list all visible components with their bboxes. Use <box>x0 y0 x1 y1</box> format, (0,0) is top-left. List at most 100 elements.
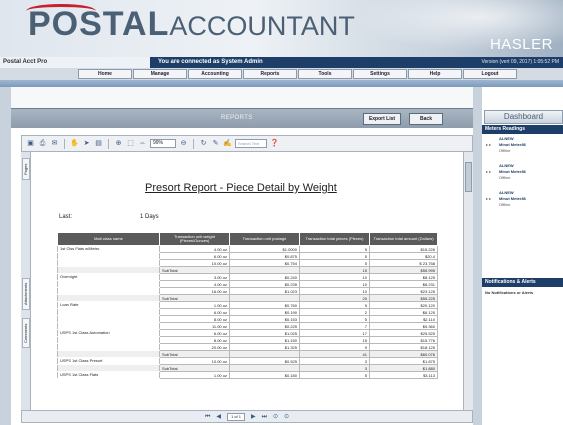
snapshot-icon[interactable]: ▤ <box>94 139 103 148</box>
nav-settings[interactable]: Settings <box>353 69 407 79</box>
fit-width-icon[interactable]: ⇔ <box>138 139 147 148</box>
tab-pages[interactable]: Pages <box>22 158 30 180</box>
notifications-header[interactable]: Notifications & Alerts <box>482 278 563 287</box>
amount-cell: $25.525 <box>369 329 438 337</box>
weight-cell: 4.00 oz <box>159 280 230 288</box>
nav-reports[interactable]: Reports <box>243 69 297 79</box>
vertical-scrollbar[interactable] <box>463 152 473 410</box>
amount-cell: $2.110 <box>369 315 438 323</box>
expand-icon[interactable]: ▸ ▸ <box>486 169 491 174</box>
date-status: Version (vert 09, 2017) 1:05:52 PM <box>481 59 559 65</box>
meter-item[interactable]: ▸ ▸ ALNEW Minot Meter86 Offline <box>486 190 561 214</box>
pieces-cell: 7 <box>299 322 370 330</box>
rotate-icon[interactable]: ↻ <box>199 139 208 148</box>
subtotal-amount: $55.225 <box>369 294 438 302</box>
unit-postage-cell <box>229 350 300 358</box>
back-view-icon[interactable]: ⊙ <box>273 413 278 421</box>
report-table-body: 1st Clss Flats w/Metro 4.00 oz $1.0000 5 $15… <box>57 245 438 379</box>
viewer-statusbar: ⏮ ◀ 1 of 1 ▶ ⏭ ⊙ ⊙ <box>21 410 473 423</box>
mail-class-cell: USPS 1st Class Flats <box>57 371 160 379</box>
meter-item[interactable]: ▸ ▸ ALNEW Minot Meter86 Offline <box>486 163 561 187</box>
forward-view-icon[interactable]: ⊙ <box>284 413 289 421</box>
export-list-button[interactable]: Export List <box>363 113 401 125</box>
nav-logout[interactable]: Logout <box>463 69 517 79</box>
mail-class-cell <box>57 322 160 330</box>
last-page-icon[interactable]: ⏭ <box>262 413 267 421</box>
amount-cell: $8.231 <box>369 280 438 288</box>
mail-class-cell <box>57 364 160 372</box>
amount-cell: $1.875 <box>369 357 438 365</box>
unit-postage-cell: $1.325 <box>229 343 300 351</box>
email-icon[interactable]: ✉ <box>50 139 59 148</box>
expand-icon[interactable]: ▸ ▸ <box>486 142 491 147</box>
connection-status: You are connected as System Admin <box>158 59 263 65</box>
table-row: 16.00 oz $1.023 10 $23.125 <box>57 287 438 295</box>
nav-home[interactable]: Home <box>78 69 132 79</box>
unit-postage-cell: $1.0000 <box>229 245 300 253</box>
fit-page-icon[interactable]: ⬚ <box>126 139 135 148</box>
nav-accounting[interactable]: Accounting <box>188 69 242 79</box>
zoom-level-input[interactable]: 99% <box>150 139 176 148</box>
pieces-cell: 10 <box>299 273 370 281</box>
mail-class-cell: Overnight <box>57 273 160 281</box>
sign-icon[interactable]: ✎ <box>211 139 220 148</box>
tab-comments[interactable]: Comments <box>22 318 30 348</box>
nav-manage[interactable]: Manage <box>133 69 187 79</box>
page-number-input[interactable]: 1 of 1 <box>226 412 245 421</box>
mail-class-cell <box>57 315 160 323</box>
viewer-side-tabs: Pages Attachments Comments <box>21 152 31 410</box>
print-icon[interactable]: ⎙ <box>38 139 47 148</box>
meter-status: Offline <box>499 202 511 207</box>
reports-title: REPORTS <box>221 115 253 121</box>
meter-status: Offline <box>499 148 511 153</box>
meter-item[interactable]: ▸ ▸ ALNEW Minot Meter86 Offline <box>486 136 561 160</box>
viewer-toolbar: ▣ ⎙ ✉ ✋ ➤ ▤ ⊕ ⬚ ⇔ 99% ⊖ ↻ ✎ ✍ Search Tex… <box>21 135 473 152</box>
toolbar-divider <box>108 138 109 149</box>
pieces-cell: 5 <box>299 315 370 323</box>
amount-cell: $20.4 <box>369 252 438 260</box>
zoom-in-icon[interactable]: ⊕ <box>114 139 123 148</box>
prev-page-icon[interactable]: ◀ <box>216 413 221 421</box>
next-page-icon[interactable]: ▶ <box>251 413 256 421</box>
amount-cell: $9.360 <box>369 322 438 330</box>
select-tool-icon[interactable]: ➤ <box>82 139 91 148</box>
weight-cell: 1.00 oz <box>159 371 230 379</box>
hand-tool-icon[interactable]: ✋ <box>70 139 79 148</box>
pieces-cell: 3 <box>299 357 370 365</box>
unit-postage-cell: $0.153 <box>229 315 300 323</box>
table-row: USPS 1st Class Automation 6.00 oz $1.025 17… <box>57 329 438 337</box>
nav-tools[interactable]: Tools <box>298 69 352 79</box>
subtotal-amount: $55.995 <box>369 266 438 274</box>
subtotal-pieces: 15 <box>299 266 370 274</box>
back-button[interactable]: Back <box>409 113 443 125</box>
table-row: Loan Rate 1.00 oz $0.760 5 $20.120 <box>57 301 438 309</box>
report-table: Mail class name Transaction unit weight … <box>57 232 438 379</box>
scroll-thumb[interactable] <box>465 162 472 192</box>
zoom-out-icon[interactable]: ⊖ <box>179 139 188 148</box>
search-input[interactable]: Search Text <box>235 139 267 148</box>
expand-icon[interactable]: ▸ ▸ <box>486 196 491 201</box>
weight-cell: 11.00 oz <box>159 322 230 330</box>
first-page-icon[interactable]: ⏮ <box>205 413 210 421</box>
app-window: POSTALACCOUNTANT HASLER Postal Acct Pro … <box>0 0 563 425</box>
subtotal-row: SubTotal 15 $55.995 <box>57 266 438 274</box>
unit-postage-cell: $1.025 <box>229 329 300 337</box>
column-header: Transaction total amount (Dollars) <box>369 232 438 246</box>
column-header: Transaction total pieces (Pieces) <box>299 232 370 246</box>
nav-help[interactable]: Help <box>408 69 462 79</box>
meter-location: Minot Meter86 <box>499 196 526 201</box>
subtotal-label: SubTotal <box>159 266 230 274</box>
subtotal-amount: $1.880 <box>369 364 438 372</box>
meters-header[interactable]: Meters Readings <box>482 125 563 134</box>
mail-class-cell: USPS 1st Class Presort <box>57 357 160 365</box>
amount-cell: $23.125 <box>369 287 438 295</box>
left-frame <box>0 87 11 425</box>
comment-icon[interactable]: ✍ <box>223 139 232 148</box>
subtotal-row: SubTotal 3 $1.880 <box>57 364 438 372</box>
toolbar-divider <box>64 138 65 149</box>
info-bar: Postal Acct Pro You are connected as Sys… <box>0 57 563 68</box>
save-icon[interactable]: ▣ <box>26 139 35 148</box>
tab-attachments[interactable]: Attachments <box>22 278 30 310</box>
help-icon[interactable]: ❓ <box>270 139 279 148</box>
pieces-cell: 5 <box>299 301 370 309</box>
